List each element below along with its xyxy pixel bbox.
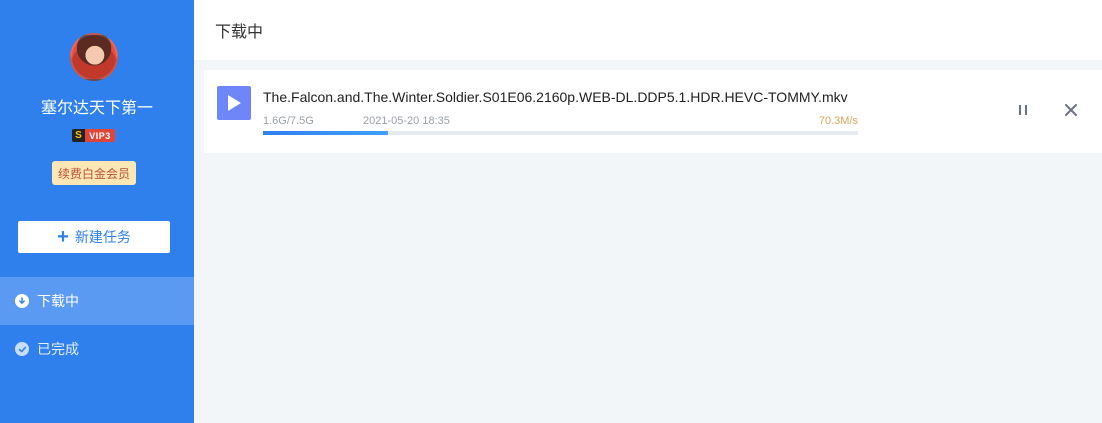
download-task-row[interactable]: The.Falcon.and.The.Winter.Soldier.S01E06… <box>204 70 1102 153</box>
download-icon <box>15 294 29 308</box>
page-title: 下载中 <box>194 0 1102 60</box>
size-progress: 1.6G/7.5G <box>263 115 314 127</box>
vip-level-label: VIP3 <box>85 129 115 142</box>
page-title-text: 下载中 <box>215 24 264 41</box>
username: 塞尔达天下第一 <box>40 100 153 117</box>
progress-fill <box>263 131 388 135</box>
vip-s-icon: S <box>72 129 85 142</box>
download-speed: 70.3M/s <box>818 115 858 127</box>
close-icon[interactable] <box>1061 100 1081 120</box>
nav-item-label: 已完成 <box>37 341 79 357</box>
nav-item-label: 下载中 <box>37 293 79 309</box>
nav-item-downloading[interactable]: 下载中 <box>0 277 194 325</box>
new-task-button[interactable]: + 新建任务 <box>18 221 170 253</box>
avatar[interactable] <box>70 33 118 81</box>
sidebar: 塞尔达天下第一 S VIP3 续费白金会员 + 新建任务 下载中 已完成 <box>0 0 194 423</box>
plus-icon: + <box>57 226 69 248</box>
pause-icon[interactable] <box>1013 100 1033 120</box>
renew-membership-button[interactable]: 续费白金会员 <box>52 161 136 185</box>
file-name: The.Falcon.and.The.Winter.Soldier.S01E06… <box>263 89 848 105</box>
task-date: 2021-05-20 18:35 <box>363 115 450 127</box>
video-file-icon <box>217 86 251 120</box>
new-task-label: 新建任务 <box>74 229 131 245</box>
progress-bar <box>263 131 858 135</box>
vip-badge: S VIP3 <box>72 129 115 142</box>
nav-item-completed[interactable]: 已完成 <box>0 325 194 373</box>
check-icon <box>15 342 29 356</box>
